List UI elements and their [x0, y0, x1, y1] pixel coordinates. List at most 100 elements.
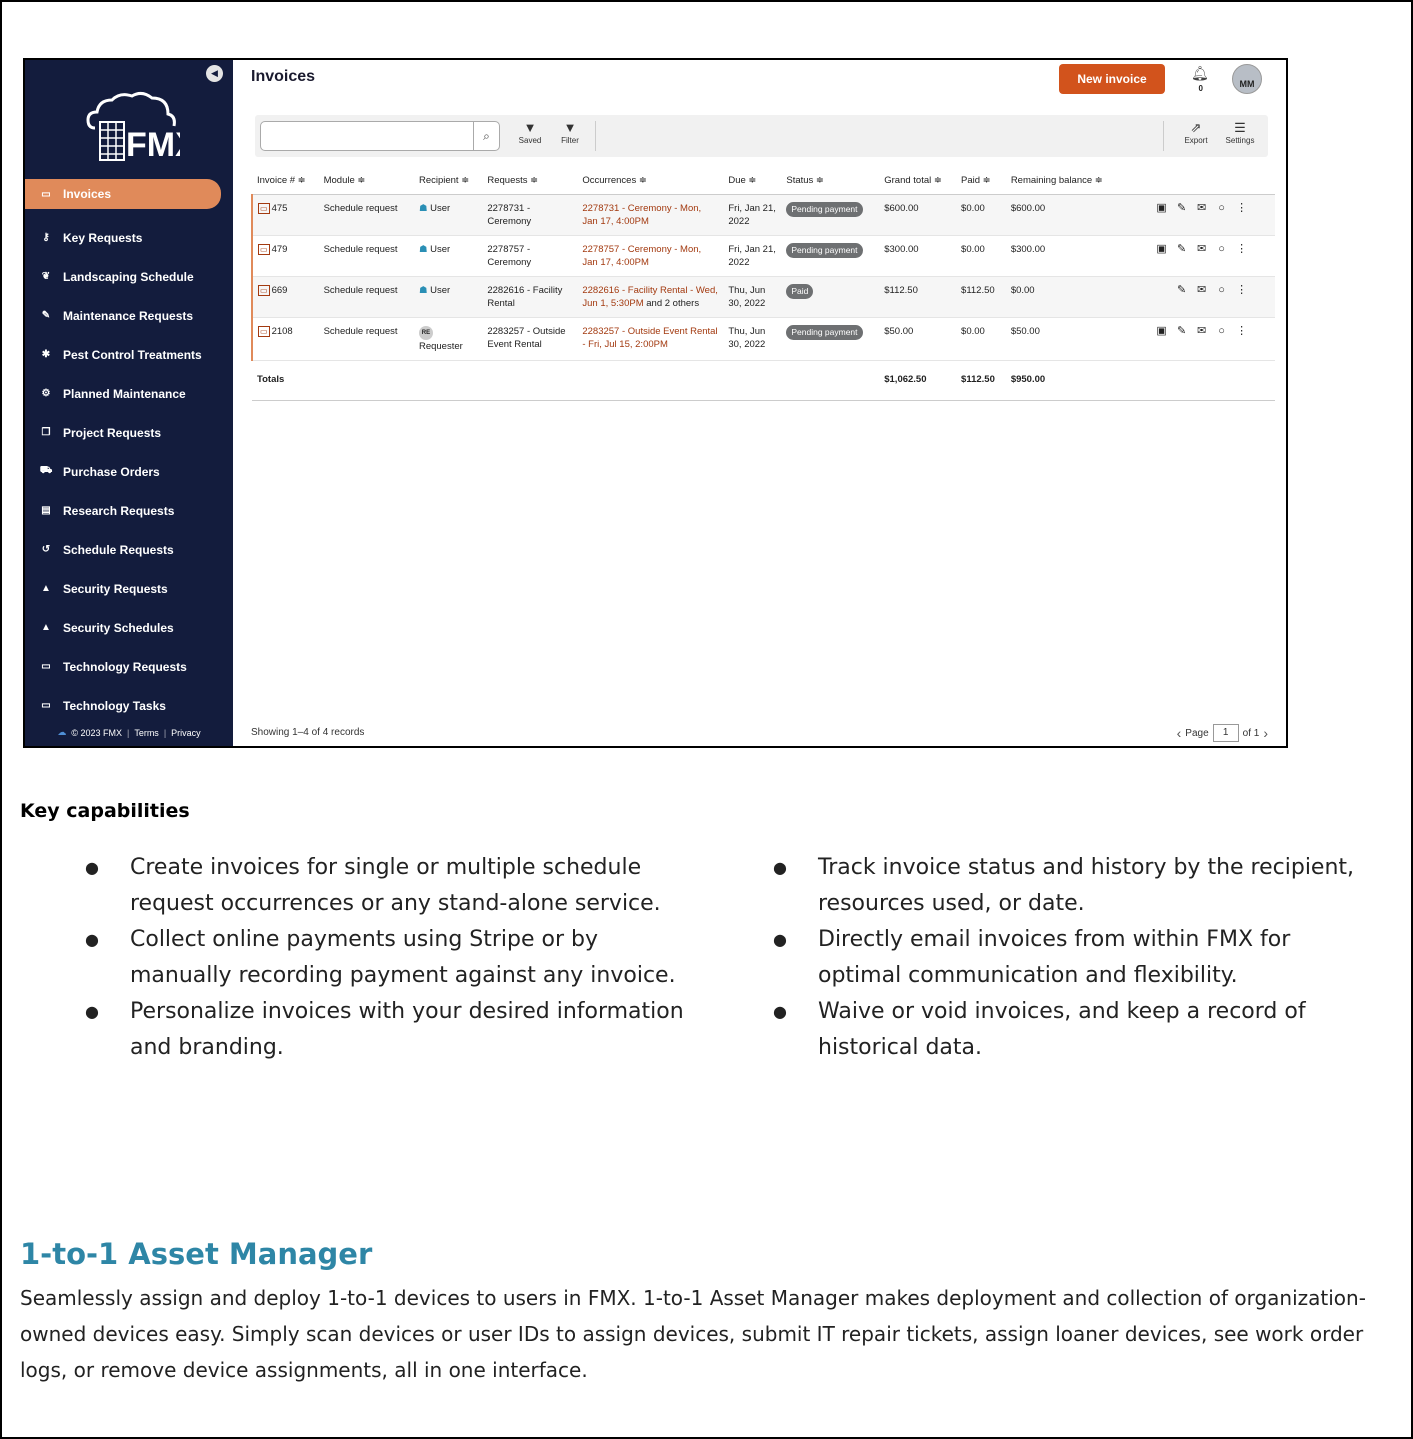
email-icon[interactable]: ✉: [1192, 325, 1212, 338]
column-header[interactable]: Status ≑: [781, 166, 880, 195]
module-cell: Schedule request: [318, 276, 414, 318]
column-header[interactable]: Requests ≑: [482, 166, 578, 195]
recipient-name[interactable]: User: [430, 285, 450, 296]
column-header[interactable]: Recipient ≑: [413, 166, 483, 195]
key-icon: ⚷: [42, 232, 50, 243]
sidebar-item-key-requests[interactable]: ⚷ Key Requests: [25, 218, 233, 257]
invoice-number[interactable]: 475: [272, 203, 288, 214]
record-payment-icon[interactable]: ▣: [1152, 325, 1172, 338]
occurrence-link[interactable]: 2278757 - Ceremony - Mon, Jan 17, 4:00PM: [582, 244, 701, 268]
filter-icon: ▼: [563, 120, 577, 135]
column-header[interactable]: Remaining balance ≑: [1005, 166, 1122, 195]
column-header[interactable]: Due ≑: [723, 166, 782, 195]
sidebar-item-security-requests[interactable]: ▲ Security Requests: [25, 569, 233, 608]
sidebar-item-schedule-requests[interactable]: ↺ Schedule Requests: [25, 530, 233, 569]
column-header[interactable]: Grand total ≑: [879, 166, 957, 195]
prev-page-icon[interactable]: ‹: [1177, 725, 1182, 741]
search-input[interactable]: ⌕: [260, 121, 500, 151]
column-header[interactable]: Module ≑: [318, 166, 414, 195]
sidebar-item-pest-control-treatments[interactable]: ✱ Pest Control Treatments: [25, 335, 233, 374]
sidebar-item-invoices[interactable]: ▭ Invoices: [25, 179, 221, 209]
filter-button[interactable]: ▼ Filter: [550, 120, 590, 145]
invoice-number-cell[interactable]: ▭ 2108: [251, 317, 319, 361]
invoice-number-cell[interactable]: ▭ 475: [251, 194, 319, 236]
collapse-sidebar-icon[interactable]: ◀: [206, 65, 223, 82]
page-input[interactable]: 1: [1212, 724, 1239, 742]
record-payment-icon[interactable]: ▣: [1152, 243, 1172, 256]
table-row[interactable]: ▭ 669 Schedule request ☗ User 2282616 - Faci…: [251, 276, 1275, 318]
more-icon[interactable]: ⋮: [1232, 202, 1252, 215]
saved-filters-button[interactable]: ▼ Saved: [510, 120, 550, 145]
occurrence-link[interactable]: 2283257 - Outside Event Rental - Fri, Ju…: [582, 326, 717, 350]
edit-icon[interactable]: ✎: [1172, 202, 1192, 215]
column-header[interactable]: Invoice # ≑: [252, 166, 319, 195]
privacy-link[interactable]: Privacy: [171, 728, 201, 738]
recipient-name[interactable]: User: [430, 244, 450, 255]
request-link[interactable]: 2278757 - Ceremony: [482, 235, 578, 277]
export-icon: ⇗: [1190, 120, 1202, 135]
column-header[interactable]: Occurrences ≑: [577, 166, 724, 195]
request-link[interactable]: 2282616 - Facility Rental: [482, 276, 578, 318]
new-invoice-button[interactable]: New invoice: [1059, 64, 1165, 94]
email-icon[interactable]: ✉: [1192, 284, 1212, 297]
settings-button[interactable]: ☰ Settings: [1220, 120, 1260, 145]
more-icon[interactable]: ⋮: [1232, 325, 1252, 338]
invoice-number[interactable]: 669: [272, 285, 288, 296]
recipient-name[interactable]: Requester: [419, 341, 463, 352]
occurrence-link[interactable]: 2278731 - Ceremony - Mon, Jan 17, 4:00PM: [582, 203, 701, 227]
request-link[interactable]: 2278731 - Ceremony: [482, 194, 578, 236]
status-badge: Paid: [786, 283, 814, 299]
sidebar-item-technology-requests[interactable]: ▭ Technology Requests: [25, 647, 233, 686]
table-row[interactable]: ▭ 479 Schedule request ☗ User 2278757 - Cere…: [251, 235, 1275, 277]
sidebar-item-technology-tasks[interactable]: ▭ Technology Tasks: [25, 686, 233, 725]
email-icon[interactable]: ✉: [1192, 202, 1212, 215]
column-header[interactable]: Paid ≑: [956, 166, 1006, 195]
sidebar-item-maintenance-requests[interactable]: ✎ Maintenance Requests: [25, 296, 233, 335]
invoice-number-cell[interactable]: ▭ 669: [251, 276, 319, 318]
search-icon[interactable]: ⌕: [473, 122, 499, 150]
request-link[interactable]: 2283257 - Outside Event Rental: [482, 317, 578, 361]
recipient-cell[interactable]: ☗ User: [413, 276, 483, 318]
status-cell: Pending payment: [781, 194, 880, 236]
sidebar-item-project-requests[interactable]: ❐ Project Requests: [25, 413, 233, 452]
sidebar-item-research-requests[interactable]: ▤ Research Requests: [25, 491, 233, 530]
edit-icon[interactable]: ✎: [1172, 284, 1192, 297]
terms-link[interactable]: Terms: [134, 728, 159, 738]
next-page-icon[interactable]: ›: [1263, 725, 1268, 741]
more-icon[interactable]: ⋮: [1232, 243, 1252, 256]
record-payment-icon[interactable]: ▣: [1152, 202, 1172, 215]
paid-cell: $112.50: [956, 276, 1006, 318]
comment-icon[interactable]: ○: [1212, 284, 1232, 297]
more-icon[interactable]: ⋮: [1232, 284, 1252, 297]
table-row[interactable]: ▭ 475 Schedule request ☗ User 2278731 - Cere…: [251, 194, 1275, 236]
recipient-name[interactable]: User: [430, 203, 450, 214]
avatar[interactable]: MM: [1232, 64, 1262, 94]
invoice-number[interactable]: 479: [272, 244, 288, 255]
sidebar-item-security-schedules[interactable]: ▲ Security Schedules: [25, 608, 233, 647]
toolbar-divider: [1163, 121, 1164, 151]
comment-icon[interactable]: ○: [1212, 243, 1232, 256]
comment-icon[interactable]: ○: [1212, 202, 1232, 215]
sidebar-item-planned-maintenance[interactable]: ⚙ Planned Maintenance: [25, 374, 233, 413]
invoice-number-cell[interactable]: ▭ 479: [251, 235, 319, 277]
document-icon: ▤: [41, 505, 51, 516]
recipient-cell[interactable]: RE Requester: [413, 317, 483, 361]
recipient-cell[interactable]: ☗ User: [413, 235, 483, 277]
status-cell: Pending payment: [781, 317, 880, 361]
app-screenshot: ◀ FMX ▭ Invoices ⚷ Key Requests ❦ Landscaping…: [23, 58, 1288, 748]
invoice-number[interactable]: 2108: [272, 326, 293, 337]
sidebar-item-purchase-orders[interactable]: ⛟ Purchase Orders: [25, 452, 233, 491]
table-row[interactable]: ▭ 2108 Schedule request RE Requester 2283257 …: [251, 317, 1275, 361]
edit-icon[interactable]: ✎: [1172, 243, 1192, 256]
sidebar-item-label: Maintenance Requests: [63, 308, 194, 323]
export-button[interactable]: ⇗ Export: [1176, 120, 1216, 145]
bell-icon[interactable]: 🔔︎: [1191, 65, 1209, 82]
edit-icon[interactable]: ✎: [1172, 325, 1192, 338]
sidebar-item-label: Research Requests: [63, 503, 175, 518]
comment-icon[interactable]: ○: [1212, 325, 1232, 338]
leaf-icon: ❦: [41, 271, 51, 282]
sidebar-item-label: Security Requests: [63, 581, 168, 596]
sidebar-item-landscaping-schedule[interactable]: ❦ Landscaping Schedule: [25, 257, 233, 296]
email-icon[interactable]: ✉: [1192, 243, 1212, 256]
recipient-cell[interactable]: ☗ User: [413, 194, 483, 236]
